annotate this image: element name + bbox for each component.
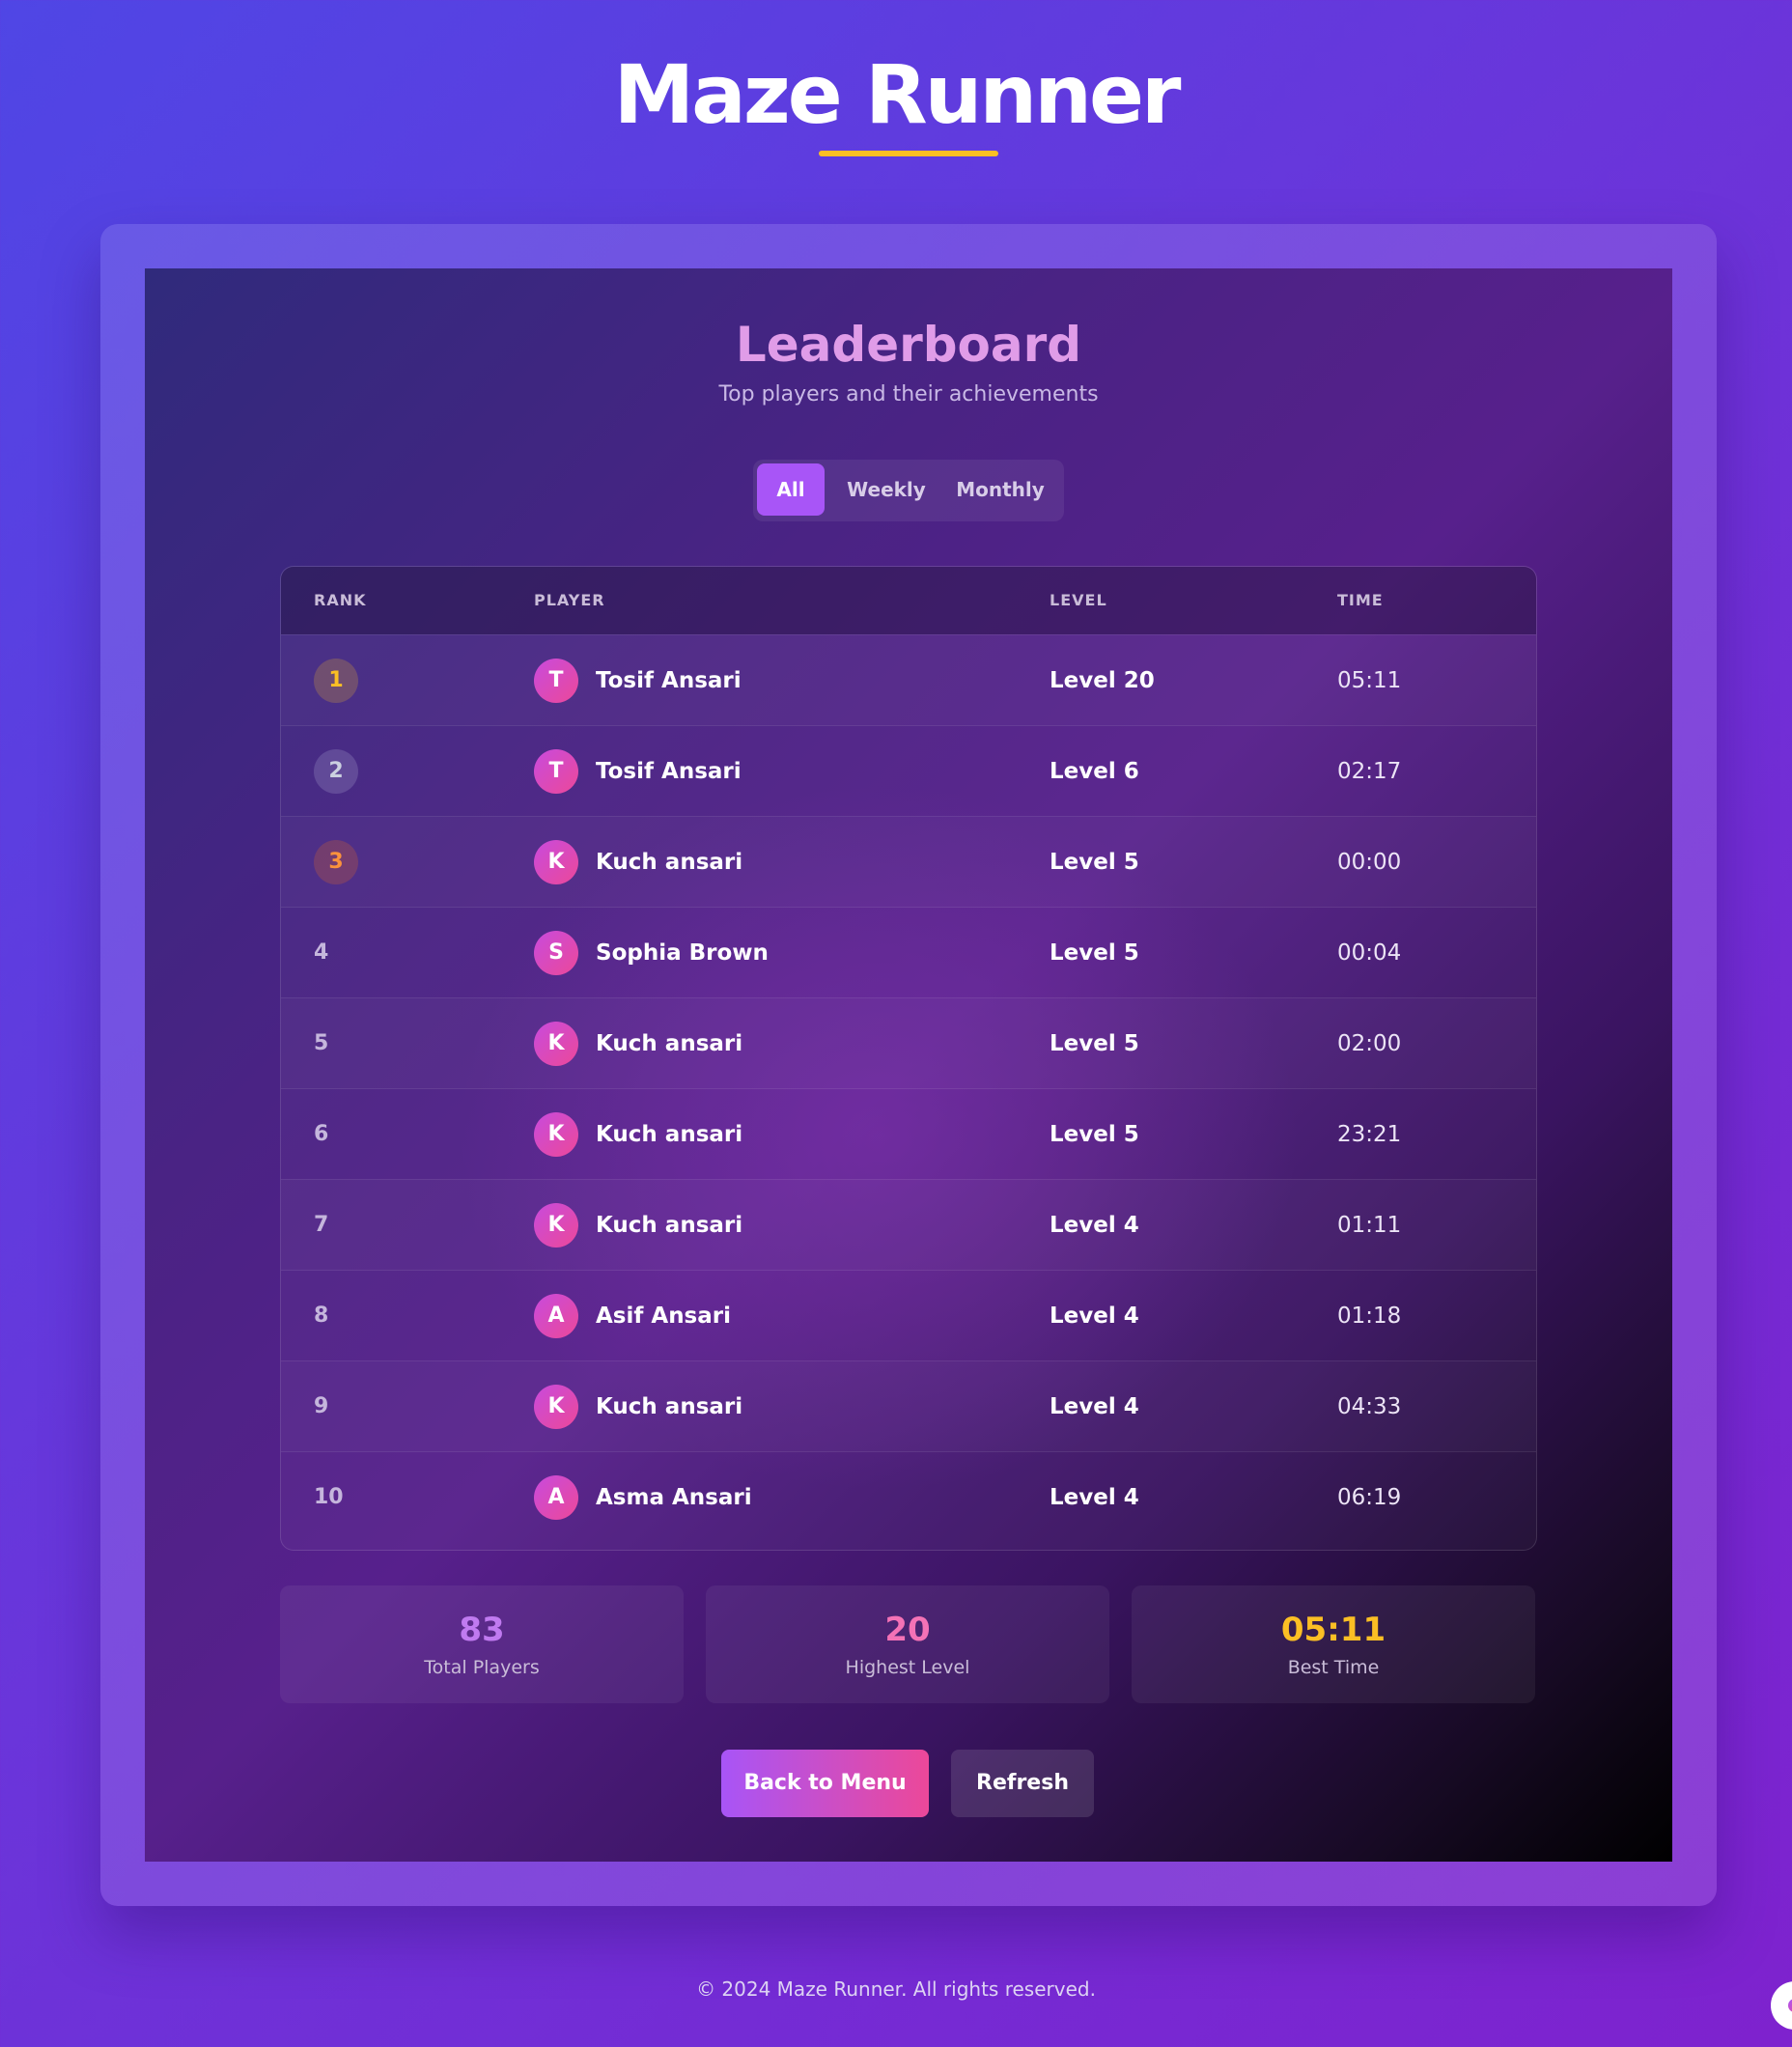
rank-badge-bronze: 3 xyxy=(314,840,358,884)
leaderboard-panel: Leaderboard Top players and their achiev… xyxy=(145,268,1672,1862)
avatar: K xyxy=(534,1022,578,1066)
avatar: K xyxy=(534,1385,578,1429)
player-name: Kuch ansari xyxy=(596,1122,743,1147)
avatar: A xyxy=(534,1475,578,1520)
player-level: Level 20 xyxy=(1050,668,1155,693)
stat-value: 20 xyxy=(884,1611,931,1649)
widget-dot-icon xyxy=(1788,1999,1792,2012)
stat-label: Highest Level xyxy=(845,1657,970,1678)
avatar: K xyxy=(534,840,578,884)
player-name: Kuch ansari xyxy=(596,1031,743,1056)
table-row[interactable]: 5 K Kuch ansari Level 5 02:00 xyxy=(281,997,1536,1089)
avatar: K xyxy=(534,1203,578,1248)
player-name: Tosif Ansari xyxy=(596,668,742,693)
avatar: A xyxy=(534,1294,578,1338)
table-row[interactable]: 7 K Kuch ansari Level 4 01:11 xyxy=(281,1179,1536,1271)
back-to-menu-button[interactable]: Back to Menu xyxy=(721,1750,929,1817)
rank-badge-silver: 2 xyxy=(314,749,358,794)
player-time: 01:11 xyxy=(1337,1213,1402,1238)
player-name: Asma Ansari xyxy=(596,1485,752,1510)
player-level: Level 5 xyxy=(1050,1031,1139,1056)
player-level: Level 5 xyxy=(1050,850,1139,875)
avatar: T xyxy=(534,749,578,794)
table-header: RANK PLAYER LEVEL TIME xyxy=(281,567,1536,634)
table-row[interactable]: 9 K Kuch ansari Level 4 04:33 xyxy=(281,1360,1536,1452)
tab-weekly[interactable]: Weekly xyxy=(832,463,940,516)
game-frame: Leaderboard Top players and their achiev… xyxy=(100,224,1717,1906)
table-row[interactable]: 6 K Kuch ansari Level 5 23:21 xyxy=(281,1088,1536,1180)
player-name: Kuch ansari xyxy=(596,1213,743,1238)
player-time: 06:19 xyxy=(1337,1485,1402,1510)
tab-monthly[interactable]: Monthly xyxy=(942,463,1058,516)
stat-value: 05:11 xyxy=(1280,1611,1386,1649)
period-tabs: All Weekly Monthly xyxy=(753,460,1064,521)
stat-label: Best Time xyxy=(1287,1657,1380,1678)
table-row[interactable]: 4 S Sophia Brown Level 5 00:04 xyxy=(281,907,1536,998)
player-level: Level 6 xyxy=(1050,759,1139,784)
rank-number: 7 xyxy=(314,1213,329,1237)
stat-best-time: 05:11 Best Time xyxy=(1132,1585,1535,1703)
player-time: 02:17 xyxy=(1337,759,1402,784)
app-title: Maze Runner xyxy=(613,47,1182,142)
stat-highest-level: 20 Highest Level xyxy=(706,1585,1109,1703)
stat-total-players: 83 Total Players xyxy=(280,1585,684,1703)
leaderboard-subtitle: Top players and their achievements xyxy=(718,382,1099,407)
player-time: 01:18 xyxy=(1337,1304,1402,1329)
footer-copyright: © 2024 Maze Runner. All rights reserved. xyxy=(696,1977,1096,2001)
player-level: Level 4 xyxy=(1050,1394,1139,1419)
player-level: Level 5 xyxy=(1050,940,1139,966)
column-header-rank: RANK xyxy=(314,591,367,609)
table-row[interactable]: 8 A Asif Ansari Level 4 01:18 xyxy=(281,1270,1536,1361)
player-level: Level 4 xyxy=(1050,1213,1139,1238)
refresh-button[interactable]: Refresh xyxy=(951,1750,1094,1817)
rank-number: 6 xyxy=(314,1122,329,1146)
player-time: 00:04 xyxy=(1337,940,1402,966)
rank-number: 5 xyxy=(314,1031,329,1055)
player-time: 02:00 xyxy=(1337,1031,1402,1056)
rank-badge-gold: 1 xyxy=(314,659,358,703)
table-row[interactable]: 10 A Asma Ansari Level 4 06:19 xyxy=(281,1451,1536,1543)
rank-number: 9 xyxy=(314,1394,329,1418)
table-row[interactable]: 1 T Tosif Ansari Level 20 05:11 xyxy=(281,634,1536,726)
column-header-level: LEVEL xyxy=(1050,591,1107,609)
leaderboard-table: RANK PLAYER LEVEL TIME 1 T Tosif Ansari … xyxy=(280,566,1537,1551)
table-row[interactable]: 3 K Kuch ansari Level 5 00:00 xyxy=(281,816,1536,908)
player-level: Level 4 xyxy=(1050,1485,1139,1510)
player-level: Level 5 xyxy=(1050,1122,1139,1147)
player-time: 23:21 xyxy=(1337,1122,1402,1147)
player-time: 00:00 xyxy=(1337,850,1402,875)
rank-number: 10 xyxy=(314,1485,344,1509)
player-time: 04:33 xyxy=(1337,1394,1402,1419)
player-name: Kuch ansari xyxy=(596,1394,743,1419)
column-header-player: PLAYER xyxy=(534,591,605,609)
player-time: 05:11 xyxy=(1337,668,1402,693)
title-underline xyxy=(819,151,998,156)
player-level: Level 4 xyxy=(1050,1304,1139,1329)
rank-number: 8 xyxy=(314,1304,329,1328)
avatar: K xyxy=(534,1112,578,1157)
stat-label: Total Players xyxy=(424,1657,540,1678)
avatar: T xyxy=(534,659,578,703)
rank-number: 4 xyxy=(314,940,329,965)
player-name: Sophia Brown xyxy=(596,940,769,966)
stat-value: 83 xyxy=(459,1611,505,1649)
avatar: S xyxy=(534,931,578,975)
column-header-time: TIME xyxy=(1337,591,1384,609)
leaderboard-title: Leaderboard xyxy=(735,317,1082,373)
table-row[interactable]: 2 T Tosif Ansari Level 6 02:17 xyxy=(281,725,1536,817)
player-name: Kuch ansari xyxy=(596,850,743,875)
tab-all[interactable]: All xyxy=(757,463,825,516)
player-name: Tosif Ansari xyxy=(596,759,742,784)
player-name: Asif Ansari xyxy=(596,1304,731,1329)
